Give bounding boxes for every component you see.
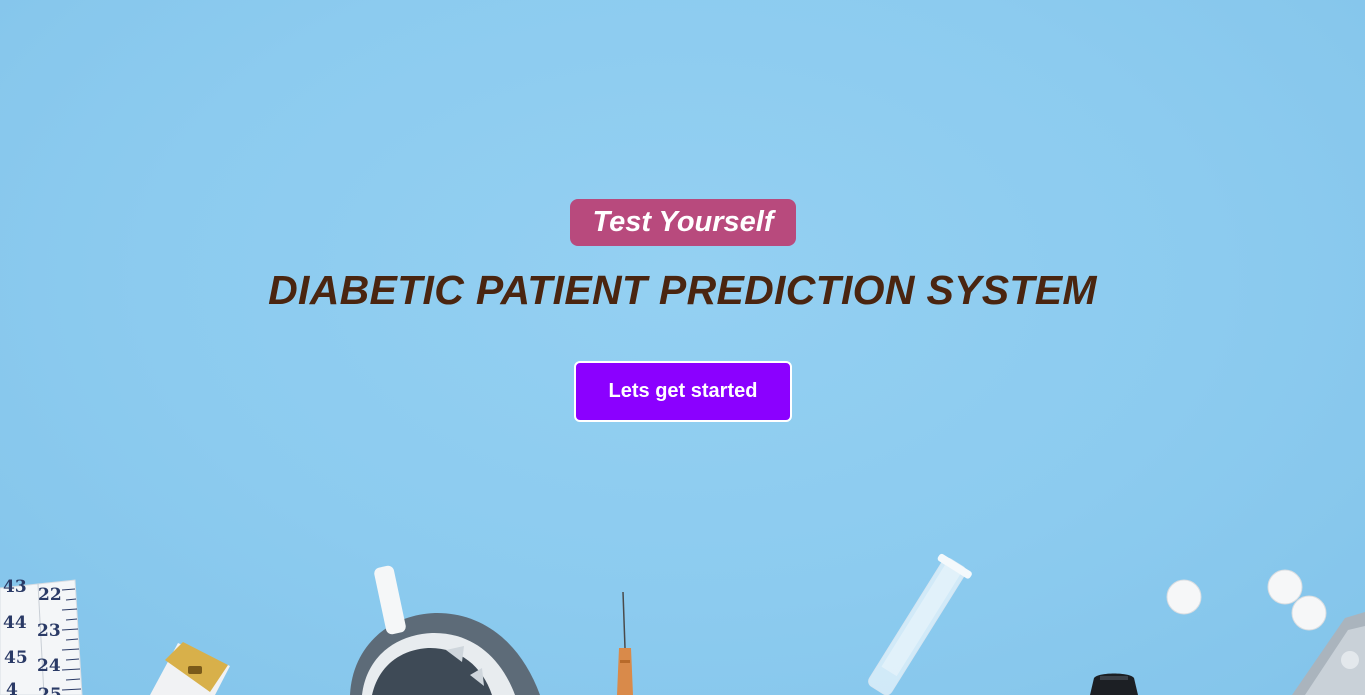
test-yourself-badge: Test Yourself [570,199,796,246]
get-started-button[interactable]: Lets get started [574,361,792,422]
page-title: DIABETIC PATIENT PREDICTION SYSTEM [268,267,1097,313]
hero-section: Test Yourself DIABETIC PATIENT PREDICTIO… [0,0,1365,695]
